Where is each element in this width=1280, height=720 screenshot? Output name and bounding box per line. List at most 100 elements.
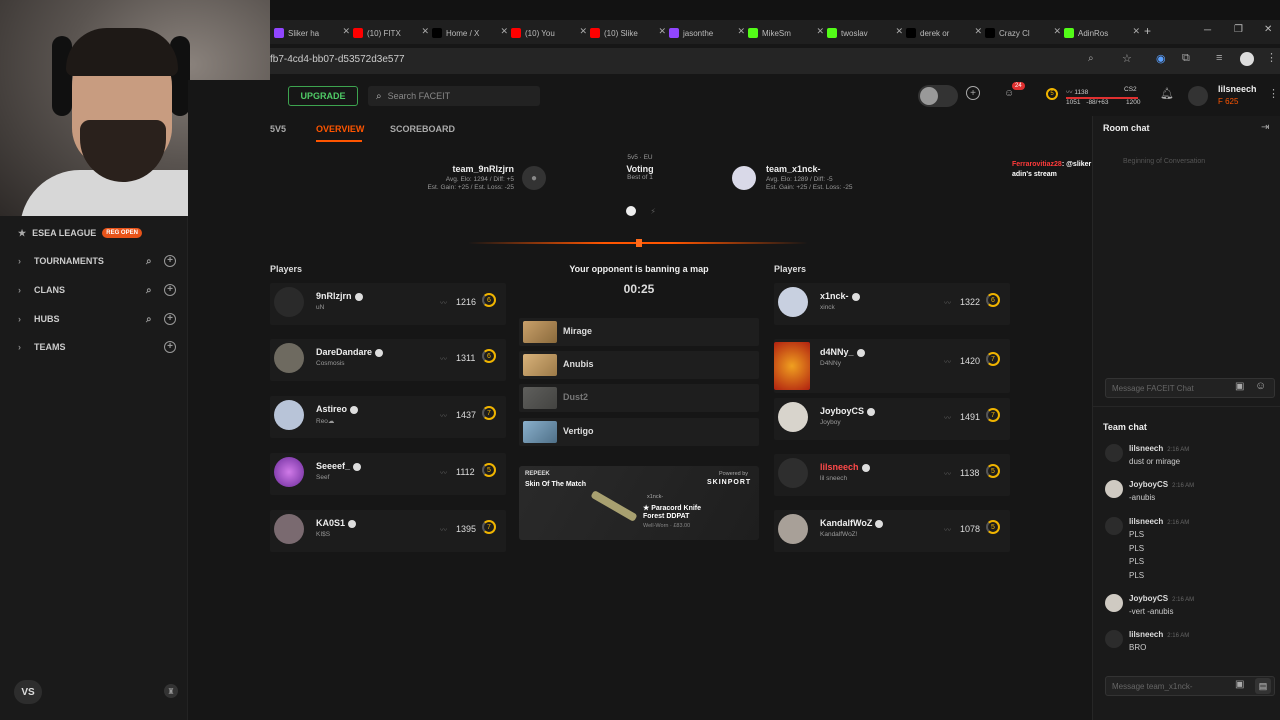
- username[interactable]: lilsneech: [1218, 84, 1257, 94]
- browser-tab-label: Crazy Cl: [999, 28, 1030, 38]
- new-tab-icon[interactable]: +: [1144, 24, 1151, 38]
- close-tab-icon[interactable]: ✕: [816, 26, 824, 37]
- close-tab-icon[interactable]: ✕: [579, 26, 587, 37]
- browser-tab-label: MikeSm: [762, 28, 791, 38]
- sidebar-item-tournaments[interactable]: › TOURNAMENTS ⌕ +: [0, 250, 188, 272]
- elo-trend-icon: 〰: [944, 527, 951, 534]
- profile-icon[interactable]: [1240, 52, 1254, 66]
- close-tab-icon[interactable]: ✕: [1053, 26, 1061, 37]
- player-name: KA0S1: [316, 518, 357, 528]
- player-card[interactable]: JoyboyCS Joyboy 〰 1491 7: [774, 398, 1010, 440]
- browser-tab[interactable]: (10) FITX ✕: [353, 24, 429, 42]
- map-anubis[interactable]: Anubis: [519, 351, 759, 379]
- elo-widget[interactable]: 〰 1138 CS2 1051 -88/+63 1200: [1066, 86, 1146, 106]
- close-tab-icon[interactable]: ✕: [421, 26, 429, 37]
- room-chat-input[interactable]: Message FACEIT Chat: [1105, 378, 1275, 398]
- collapse-icon[interactable]: ♜: [164, 684, 178, 698]
- team1-header[interactable]: team_9nRlzjrn Avg. Elo: 1294 / Diff: +5 …: [368, 164, 514, 192]
- user-avatar[interactable]: [1188, 86, 1208, 106]
- sidebar-item-label: TOURNAMENTS: [34, 256, 104, 266]
- player-card[interactable]: Seeeef_ Seef 〰 1112 5: [270, 453, 506, 495]
- browser-tab[interactable]: Home / X ✕: [432, 24, 508, 42]
- header-menu-icon[interactable]: ⋮: [1268, 87, 1279, 100]
- tab-scoreboard[interactable]: SCOREBOARD: [390, 124, 455, 134]
- close-tab-icon[interactable]: ✕: [974, 26, 982, 37]
- minimize-icon[interactable]: ─: [1204, 25, 1211, 36]
- player-card[interactable]: KandalfWoZ KandalfWoZ! 〰 1078 5: [774, 510, 1010, 552]
- bookmark-star-icon[interactable]: ☆: [1122, 52, 1132, 65]
- media-icon[interactable]: ≡: [1216, 52, 1222, 64]
- map-vertigo[interactable]: Vertigo: [519, 418, 759, 446]
- send-icon[interactable]: ▤: [1255, 678, 1271, 694]
- browser-tab[interactable]: (10) You ✕: [511, 24, 587, 42]
- party-toggle[interactable]: [918, 85, 958, 107]
- menu-dots-icon[interactable]: ⋮: [1266, 51, 1277, 64]
- sidebar-item-hubs[interactable]: › HUBS ⌕ +: [0, 308, 188, 330]
- zoom-icon[interactable]: ⌕: [1088, 53, 1094, 64]
- close-tab-icon[interactable]: ✕: [658, 26, 666, 37]
- team1-elo: Avg. Elo: 1294 / Diff: +5: [445, 176, 514, 183]
- restore-icon[interactable]: ❐: [1234, 24, 1243, 35]
- address-bar[interactable]: fb7-4cd4-bb07-d53572d3e577 ⌕ ☆ ◉ ⧉ ≡ ⋮: [270, 48, 1280, 74]
- collapse-chat-icon[interactable]: ⇥: [1261, 122, 1269, 133]
- kick-icon: [1064, 28, 1074, 38]
- close-tab-icon[interactable]: ✕: [500, 26, 508, 37]
- skill-level-icon: 6: [986, 293, 1000, 307]
- left-players-label: Players: [270, 264, 303, 274]
- browser-tab[interactable]: derek or ✕: [906, 24, 982, 42]
- close-tab-icon[interactable]: ✕: [737, 26, 745, 37]
- browser-tab[interactable]: twoslav ✕: [827, 24, 903, 42]
- chevron-right-icon: ›: [18, 314, 21, 324]
- browser-tab[interactable]: Sliker ha ✕: [274, 24, 350, 42]
- search-icon[interactable]: ⌕: [146, 285, 152, 296]
- player-card[interactable]: DareDandare Cosmosis 〰 1311 6: [270, 339, 506, 381]
- add-icon[interactable]: +: [164, 284, 176, 296]
- bell-icon[interactable]: 🔔︎: [1160, 87, 1174, 100]
- image-icon[interactable]: ▣: [1235, 381, 1244, 392]
- player-nickname: Reo☁: [316, 418, 335, 425]
- sidebar-item-esea[interactable]: ★ ESEA LEAGUE REG OPEN: [0, 222, 188, 244]
- map-mirage[interactable]: Mirage: [519, 318, 759, 346]
- team2-header[interactable]: team_x1nck- Avg. Elo: 1289 / Diff: -5 Es…: [766, 164, 916, 192]
- tab-5v5[interactable]: 5V5: [270, 124, 286, 134]
- image-icon[interactable]: ▣: [1235, 679, 1244, 690]
- upgrade-button[interactable]: UPGRADE: [288, 86, 358, 106]
- browser-tab[interactable]: Crazy Cl ✕: [985, 24, 1061, 42]
- add-icon[interactable]: +: [164, 255, 176, 267]
- player-elo: 1491: [960, 412, 981, 422]
- close-tab-icon[interactable]: ✕: [1132, 26, 1140, 37]
- tab-overview[interactable]: OVERVIEW: [316, 124, 364, 134]
- search-icon[interactable]: ⌕: [146, 256, 152, 267]
- add-party-icon[interactable]: +: [966, 86, 980, 100]
- browser-tab[interactable]: (10) Slike ✕: [590, 24, 666, 42]
- friends-icon[interactable]: ☺: [1004, 88, 1014, 99]
- add-icon[interactable]: +: [164, 341, 176, 353]
- player-card[interactable]: Astireo Reo☁ 〰 1437 7: [270, 396, 506, 438]
- player-card[interactable]: d4NNy_ D4NNy 〰 1420 7: [774, 339, 1010, 393]
- close-tab-icon[interactable]: ✕: [342, 26, 350, 37]
- extension-icon[interactable]: ◉: [1156, 52, 1166, 65]
- search-placeholder: Search FACEIT: [387, 91, 451, 101]
- close-tab-icon[interactable]: ✕: [895, 26, 903, 37]
- browser-tab[interactable]: AdinRos ✕: [1064, 24, 1140, 42]
- player-elo: 1311: [456, 353, 476, 363]
- player-card[interactable]: lilsneech lil sneech 〰 1138 5: [774, 454, 1010, 496]
- sidebar-item-teams[interactable]: › TEAMS +: [0, 336, 188, 358]
- emoji-icon[interactable]: ☺: [1255, 380, 1266, 392]
- sidebar-item-label: CLANS: [34, 285, 65, 295]
- browser-tab[interactable]: MikeSm ✕: [748, 24, 824, 42]
- vs-button[interactable]: VS: [14, 680, 42, 704]
- chat-line: PLS: [1129, 530, 1145, 539]
- player-card[interactable]: KA0S1 KI$S 〰 1395 7: [270, 510, 506, 552]
- sidebar-item-clans[interactable]: › CLANS ⌕ +: [0, 279, 188, 301]
- team-chat-input[interactable]: Message team_x1nck-: [1105, 676, 1275, 696]
- player-card[interactable]: 9nRlzjrn uN 〰 1216 6: [270, 283, 506, 325]
- puzzle-icon[interactable]: ⧉: [1182, 52, 1190, 65]
- close-window-icon[interactable]: ✕: [1264, 24, 1272, 35]
- add-icon[interactable]: +: [164, 313, 176, 325]
- search-icon[interactable]: ⌕: [146, 314, 152, 325]
- browser-tab[interactable]: jasonthe ✕: [669, 24, 745, 42]
- search-input[interactable]: ⌕ Search FACEIT: [368, 86, 540, 106]
- skin-of-the-match-card[interactable]: REPEEK Skin Of The Match Powered by SKIN…: [519, 466, 759, 540]
- player-card[interactable]: x1nck- xinck 〰 1322 6: [774, 283, 1010, 325]
